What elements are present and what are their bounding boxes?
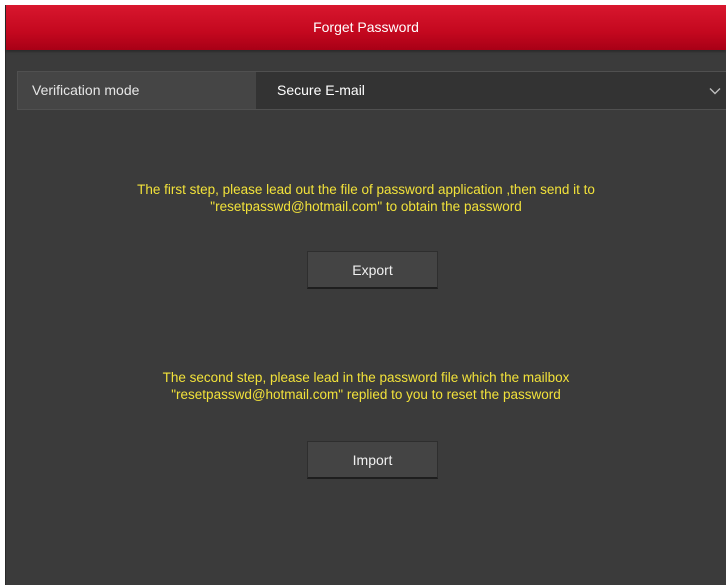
step1-instruction: The first step, please lead out the file… (6, 181, 726, 215)
verification-mode-label: Verification mode (18, 72, 256, 109)
step2-instruction: The second step, please lead in the pass… (6, 369, 726, 403)
verification-mode-value: Secure E-mail (277, 82, 365, 98)
step1-line2: "resetpasswd@hotmail.com" to obtain the … (210, 199, 522, 214)
step2-line2: "resetpasswd@hotmail.com" replied to you… (171, 387, 561, 402)
step2-line1: The second step, please lead in the pass… (162, 370, 570, 385)
dialog-title: Forget Password (6, 5, 726, 50)
forget-password-dialog: Forget Password Verification mode Secure… (5, 5, 726, 585)
import-button[interactable]: Import (307, 441, 438, 479)
chevron-down-icon[interactable] (704, 72, 726, 109)
verification-mode-select[interactable]: Secure E-mail (256, 72, 726, 109)
verification-mode-row: Verification mode Secure E-mail (17, 71, 726, 110)
step1-line1: The first step, please lead out the file… (137, 182, 595, 197)
export-button[interactable]: Export (307, 251, 438, 289)
